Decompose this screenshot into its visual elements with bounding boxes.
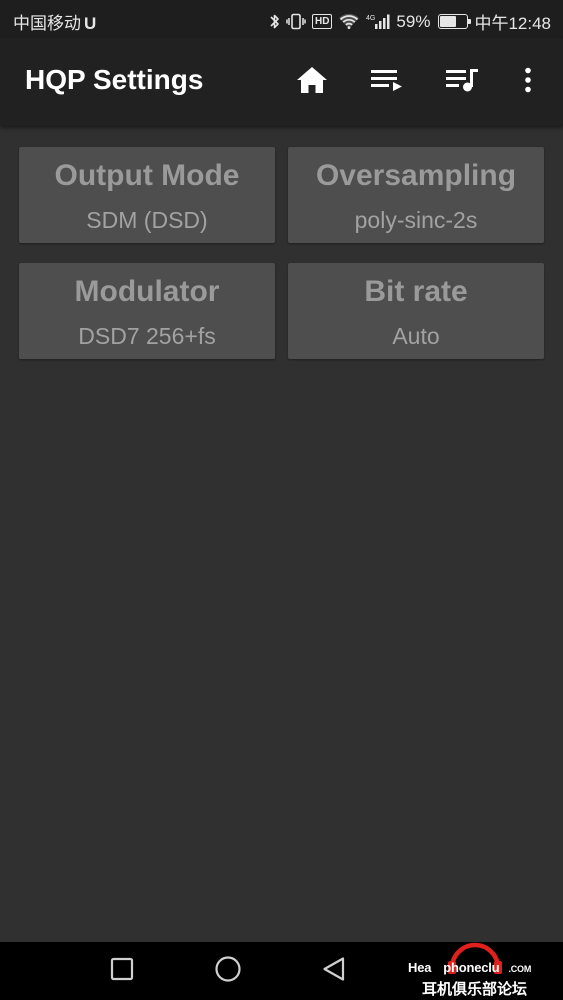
page-title: HQP Settings xyxy=(25,64,204,95)
tile-title: Output Mode xyxy=(54,159,240,192)
oversampling-tile[interactable]: Oversampling poly-sinc-2s xyxy=(288,147,544,243)
output-mode-tile[interactable]: Output Mode SDM (DSD) xyxy=(19,147,275,243)
modulator-tile[interactable]: Modulator DSD7 256+fs xyxy=(19,263,275,359)
tile-value: DSD7 256+fs xyxy=(78,323,216,349)
battery-icon xyxy=(438,14,472,29)
status-bar: 中国移动 U HD 4G 59% 中午12:48 xyxy=(0,0,563,38)
vibrate-icon xyxy=(286,13,306,30)
more-options-button[interactable] xyxy=(506,60,550,104)
tile-value: poly-sinc-2s xyxy=(354,207,478,233)
playlist-icon xyxy=(445,67,479,98)
recents-square-icon xyxy=(110,957,134,986)
back-button[interactable] xyxy=(318,955,350,987)
wifi-icon xyxy=(338,13,360,30)
network-type-label: 4G xyxy=(366,15,375,22)
status-icons: HD 4G 59% 中午12:48 xyxy=(270,9,551,34)
tile-title: Modulator xyxy=(74,275,220,308)
carrier-name: 中国移动 xyxy=(13,14,81,33)
home-icon xyxy=(296,66,328,99)
hd-icon: HD xyxy=(311,14,333,29)
home-circle-icon xyxy=(214,955,242,988)
watermark-middle: phoneclu xyxy=(443,960,500,975)
watermark-suffix: .COM xyxy=(508,964,532,974)
tile-value: SDM (DSD) xyxy=(86,207,208,233)
queue-button[interactable] xyxy=(365,60,409,104)
status-time: 中午12:48 xyxy=(474,14,551,33)
signal-icon: 4G xyxy=(366,13,390,30)
back-triangle-icon xyxy=(321,956,347,987)
playlist-button[interactable] xyxy=(440,60,484,104)
battery-percent: 59% xyxy=(396,11,431,31)
watermark-line1: Hea phoneclu .COM xyxy=(408,960,531,975)
home-button[interactable] xyxy=(290,60,334,104)
tile-title: Oversampling xyxy=(315,159,517,192)
tile-title: Bit rate xyxy=(364,275,468,308)
nav-home-button[interactable] xyxy=(212,955,244,987)
bit-rate-tile[interactable]: Bit rate Auto xyxy=(288,263,544,359)
bluetooth-icon xyxy=(270,13,280,30)
app-toolbar: HQP Settings xyxy=(0,38,563,126)
battery-fill xyxy=(440,16,456,27)
carrier-info: 中国移动 U xyxy=(13,9,96,34)
watermark-prefix: Hea xyxy=(408,960,432,975)
more-vert-icon xyxy=(524,67,532,98)
carrier-badge-icon: U xyxy=(84,14,97,33)
queue-icon xyxy=(370,68,404,97)
tile-value: Auto xyxy=(392,323,440,349)
watermark-line2: 耳机俱乐部论坛 xyxy=(422,981,528,998)
recents-button[interactable] xyxy=(106,955,138,987)
watermark-logo: Hea phoneclu .COM 耳机俱乐部论坛 xyxy=(404,934,563,1000)
